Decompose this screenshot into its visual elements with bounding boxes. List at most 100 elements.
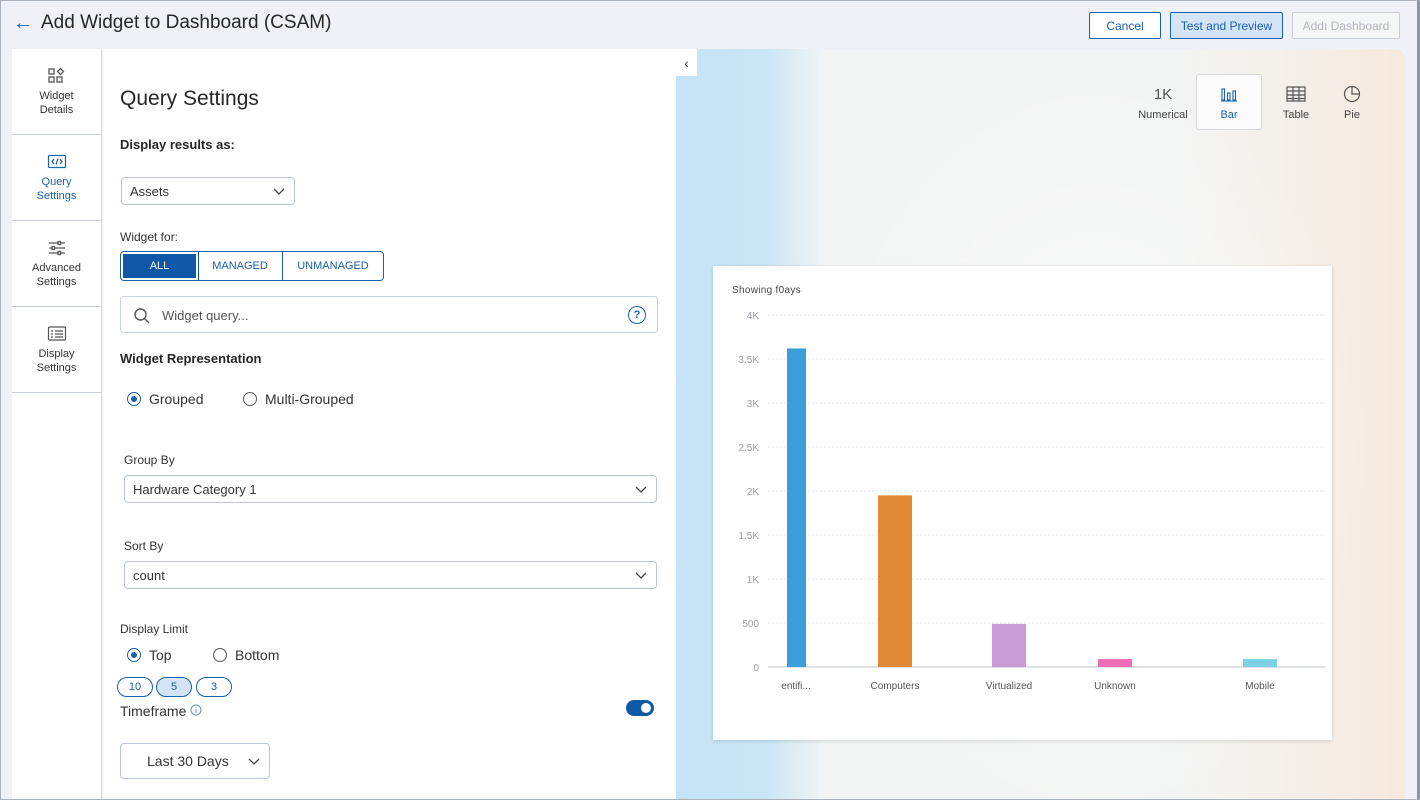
sidebar-item-display-settings[interactable]: Display Settings — [12, 307, 101, 393]
display-list-icon — [47, 325, 66, 341]
x-tick-label: Mobile — [1245, 681, 1275, 692]
y-tick-label: 500 — [742, 619, 759, 630]
widget-for-unmanaged-button[interactable]: UNMANAGED — [283, 252, 383, 280]
chevron-left-icon[interactable]: ‹ — [676, 49, 697, 76]
viz-type-bar[interactable]: Bar — [1196, 74, 1262, 130]
y-tick-label: 0 — [753, 663, 759, 674]
viz-type-label: Pie — [1344, 109, 1360, 121]
radio-grouped[interactable]: Grouped — [127, 391, 203, 407]
sidebar-item-widget-details[interactable]: Widget Details — [12, 49, 101, 135]
sidebar-item-label: Advanced — [32, 261, 81, 274]
display-results-label: Display results as: — [120, 137, 235, 152]
widget-for-all-button[interactable]: ALL — [121, 252, 199, 280]
page-title: Add Widget to Dashboard (CSAM) — [41, 12, 332, 33]
help-icon[interactable]: ? — [628, 306, 646, 324]
sidebar-item-label: Settings — [36, 189, 77, 202]
viz-type-label: Table — [1282, 109, 1310, 121]
bar[interactable] — [992, 623, 1026, 667]
sort-by-value: count — [133, 567, 165, 583]
info-icon[interactable] — [190, 704, 202, 716]
radio-multi-grouped[interactable]: Multi-Grouped — [243, 391, 354, 407]
radio-dot — [127, 392, 141, 406]
timeframe-label: Timeframe — [120, 703, 187, 719]
widget-representation-label: Widget Representation — [120, 351, 262, 366]
widget-for-managed-button[interactable]: MANAGED — [198, 252, 283, 280]
display-results-value: Assets — [130, 183, 170, 199]
radio-top[interactable]: Top — [127, 647, 172, 663]
bar[interactable] — [878, 495, 912, 667]
sidebar: Widget Details Query Settings Advanced S… — [12, 49, 102, 799]
radio-label: Grouped — [149, 391, 204, 407]
sidebar-item-label: Settings — [36, 275, 77, 288]
y-tick-label: 3K — [747, 399, 760, 410]
widget-for-segmented-control: ALL MANAGED UNMANAGED — [120, 251, 384, 281]
sidebar-item-label: Display — [38, 347, 75, 360]
panel-title: Query Settings — [120, 87, 259, 110]
y-tick-label: 3.5K — [738, 355, 759, 366]
group-by-select[interactable]: Hardware Category 1 — [124, 475, 657, 503]
chart-card: Showing f0ays 0 500 1K 1.5K 2K 2.5K 3K 3.5K 4K en… — [713, 266, 1332, 740]
y-tick-label: 2K — [747, 487, 760, 498]
radio-dot — [213, 648, 227, 662]
table-icon — [1286, 83, 1306, 105]
add-to-dashboard-button[interactable]: Addı Dashboard — [1292, 12, 1400, 39]
sidebar-item-label: Widget — [39, 89, 74, 102]
arrow-left-icon[interactable]: ← — [13, 13, 33, 33]
timeframe-select[interactable]: Last 30 Days — [120, 743, 270, 779]
cancel-button[interactable]: Cancel — [1089, 12, 1161, 39]
timeframe-toggle[interactable] — [626, 700, 654, 716]
sidebar-item-label: Query — [41, 175, 72, 188]
y-tick-label: 1K — [747, 575, 760, 586]
sidebar-item-advanced-settings[interactable]: Advanced Settings — [12, 221, 101, 307]
header-bar: ← Add Widget to Dashboard (CSAM) Cancel … — [1, 1, 1417, 49]
chevron-down-icon — [248, 758, 260, 765]
widget-shapes-icon — [47, 67, 64, 83]
limit-pill-3[interactable]: 3 — [196, 677, 232, 697]
bar[interactable] — [1098, 659, 1132, 667]
radio-dot — [243, 392, 257, 406]
sort-by-label: Sort By — [124, 539, 164, 553]
x-tick-label: entifi... — [781, 681, 810, 692]
bar[interactable] — [787, 348, 806, 667]
numerical-icon: 1K — [1153, 85, 1173, 103]
x-tick-label: Computers — [871, 681, 920, 692]
bar[interactable] — [1243, 659, 1277, 667]
y-tick-label: 2.5K — [738, 443, 759, 454]
group-by-value: Hardware Category 1 — [133, 481, 257, 497]
sidebar-item-query-settings[interactable]: Query Settings — [12, 135, 101, 221]
test-and-preview-button[interactable]: Test and Preview — [1170, 12, 1283, 39]
widget-query-input[interactable]: Widget query... ? — [120, 296, 658, 333]
chevron-down-icon — [635, 572, 647, 579]
viz-type-label: Numerical — [1138, 109, 1188, 121]
group-by-label: Group By — [124, 453, 175, 467]
radio-label: Top — [149, 647, 172, 663]
y-tick-label: 4K — [747, 311, 760, 322]
sliders-icon — [48, 240, 65, 255]
radio-dot — [127, 648, 141, 662]
sidebar-item-label: Settings — [36, 361, 77, 374]
toggle-knob — [641, 703, 651, 713]
y-tick-label: 1.5K — [738, 531, 759, 542]
pie-chart-icon — [1343, 83, 1361, 105]
radio-bottom[interactable]: Bottom — [213, 647, 279, 663]
x-tick-label: Unknown — [1094, 681, 1136, 692]
radio-label: Bottom — [235, 647, 280, 663]
viz-type-numerical[interactable]: 1K Numerical — [1130, 74, 1196, 130]
timeframe-value: Last 30 Days — [147, 753, 229, 769]
display-limit-label: Display Limit — [120, 622, 189, 636]
radio-label: Multi-Grouped — [265, 391, 354, 407]
x-tick-label: Virtualized — [986, 681, 1033, 692]
app-window: ← Add Widget to Dashboard (CSAM) Cancel … — [0, 0, 1420, 800]
viz-type-pie[interactable]: Pie — [1319, 74, 1385, 130]
viz-type-label: Bar — [1220, 109, 1238, 121]
code-icon — [47, 154, 66, 168]
bar-chart-icon — [1220, 83, 1238, 105]
limit-pill-10[interactable]: 10 — [117, 677, 153, 697]
widget-for-label: Widget for: — [120, 230, 179, 244]
limit-pill-5[interactable]: 5 — [156, 677, 192, 697]
bar-chart: 0 500 1K 1.5K 2K 2.5K 3K 3.5K 4K entifi... Compute… — [738, 311, 1325, 692]
sidebar-item-label: Details — [39, 103, 74, 116]
chevron-down-icon — [635, 486, 647, 493]
display-results-select[interactable]: Assets — [121, 177, 295, 205]
sort-by-select[interactable]: count — [124, 561, 657, 589]
